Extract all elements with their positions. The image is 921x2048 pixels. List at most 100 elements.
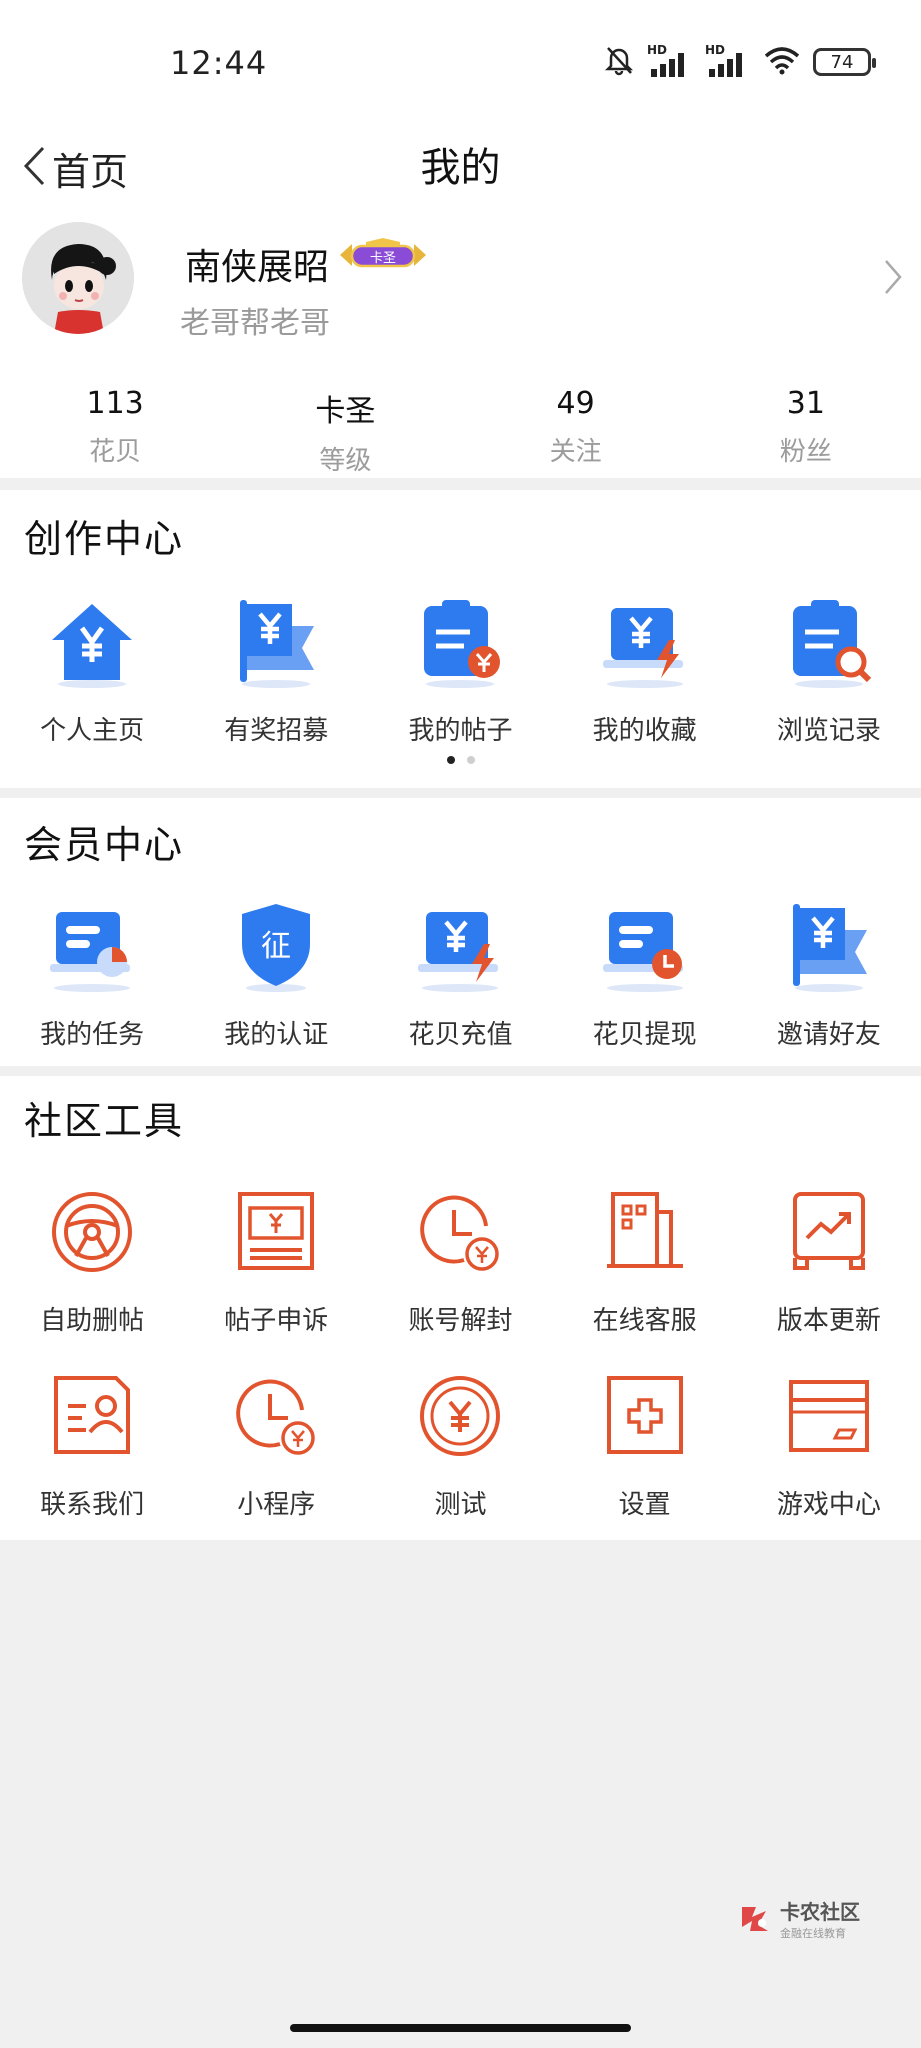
section-title: 社区工具	[24, 1099, 185, 1143]
page-title: 我的	[420, 145, 501, 191]
grid-item-recruit[interactable]: 有奖招募	[184, 596, 368, 747]
grid-item-label: 游戏中心	[776, 1490, 881, 1520]
grid-item-label: 我的认证	[224, 1020, 329, 1050]
watermark-title: 卡农社区	[780, 1900, 860, 1924]
member-grid: 我的任务 征 我的认证 花贝充值 花贝提现 邀请好友	[0, 900, 921, 1051]
top-area: 12:44 HD HD 74 首页 我的 南侠展昭 卡圣 老哥帮老哥 113 花…	[0, 0, 921, 478]
grid-item-game-center[interactable]: 游戏中心	[737, 1370, 921, 1521]
wifi-icon	[763, 45, 801, 79]
stat-value: 113	[86, 386, 144, 421]
stat-label: 花贝	[89, 437, 142, 467]
signal-icon: HD	[647, 43, 693, 77]
laptop-clock-icon	[602, 912, 683, 992]
stats-row: 113 花贝 卡圣 等级 49 关注 31 粉丝	[0, 364, 921, 480]
grid-item-self-delete[interactable]: 自助删帖	[0, 1186, 184, 1337]
grid-item-label: 测试	[434, 1490, 487, 1520]
signature: 老哥帮老哥	[180, 306, 330, 341]
page-dot[interactable]	[466, 756, 475, 764]
svg-text:征: 征	[261, 929, 291, 964]
grid-item-withdraw[interactable]: 花贝提现	[553, 900, 737, 1051]
home-indicator[interactable]	[290, 2024, 631, 2032]
stat-followers[interactable]: 31 粉丝	[691, 364, 921, 480]
grid-item-label: 在线客服	[592, 1306, 697, 1336]
steering-wheel-icon	[52, 1192, 133, 1272]
nav-header: 首页 我的	[0, 128, 921, 208]
grid-item-label: 我的帖子	[408, 716, 513, 746]
watermark-subtitle: 金融在线教育	[780, 1927, 846, 1940]
grid-item-my-posts[interactable]: 我的帖子	[368, 596, 552, 747]
flag-yen-icon	[240, 600, 315, 688]
chart-monitor-icon	[792, 1192, 865, 1270]
signal-icon-2: HD	[705, 43, 751, 77]
shield-verify-icon: 征	[242, 904, 311, 992]
level-badge-text: 卡圣	[369, 251, 396, 266]
grid-item-appeal[interactable]: 帖子申诉	[184, 1186, 368, 1337]
grid-item-invite[interactable]: 邀请好友	[737, 900, 921, 1051]
kanong-logo-icon	[742, 1906, 768, 1931]
grid-item-label: 个人主页	[40, 716, 145, 746]
grid-item-my-tasks[interactable]: 我的任务	[0, 900, 184, 1051]
building-icon	[606, 1192, 683, 1268]
creation-center: 创作中心 个人主页 有奖招募 我的帖子 我的收藏 浏览记录	[0, 490, 921, 788]
status-icons: HD HD 74	[603, 43, 876, 80]
laptop-yen-icon	[418, 912, 499, 992]
stat-level[interactable]: 卡圣 等级	[230, 364, 460, 480]
stat-following[interactable]: 49 关注	[461, 364, 691, 480]
profile-card[interactable]: 南侠展昭 卡圣 老哥帮老哥	[0, 214, 921, 364]
stat-label: 粉丝	[779, 437, 832, 467]
grid-item-verify[interactable]: 征 我的认证	[184, 900, 368, 1051]
grid-item-label: 帖子申诉	[224, 1306, 329, 1336]
section-title: 创作中心	[24, 517, 185, 561]
grid-item-history[interactable]: 浏览记录	[737, 596, 921, 747]
grid-item-support[interactable]: 在线客服	[553, 1186, 737, 1337]
tools-grid-row-1: 自助删帖 帖子申诉 账号解封 在线客服 版本更新	[0, 1186, 921, 1337]
section-title: 会员中心	[24, 823, 185, 867]
mute-bell-icon	[603, 44, 635, 80]
grid-item-favorites[interactable]: 我的收藏	[553, 596, 737, 747]
clipboard-yen-icon	[424, 600, 501, 688]
grid-item-label: 我的收藏	[592, 716, 697, 746]
back-label: 首页	[52, 149, 129, 194]
avatar[interactable]	[22, 222, 134, 334]
stat-flower-shell[interactable]: 113 花贝	[0, 364, 230, 480]
grid-item-contact[interactable]: 联系我们	[0, 1370, 184, 1521]
member-center: 会员中心 我的任务 征 我的认证 花贝充值 花贝提现 邀请好友	[0, 798, 921, 1066]
grid-item-mini-program[interactable]: 小程序	[184, 1370, 368, 1521]
grid-item-label: 设置	[618, 1490, 671, 1520]
watermark-text: 卡农社区 金融在线教育	[780, 1896, 860, 1941]
banknote-icon	[238, 1192, 315, 1270]
battery-icon: 74	[813, 48, 876, 76]
clock-yen-icon	[236, 1379, 316, 1455]
stat-value: 31	[786, 386, 825, 421]
contact-card-icon	[54, 1376, 131, 1454]
card-icon	[788, 1380, 869, 1452]
back-button[interactable]: 首页	[22, 128, 128, 208]
flag-yen-icon	[792, 904, 867, 992]
grid-item-label: 花贝充值	[408, 1020, 513, 1050]
page-dots	[0, 756, 921, 764]
clipboard-search-icon	[792, 600, 871, 688]
coin-yen-icon	[420, 1376, 501, 1456]
grid-item-label: 自助删帖	[40, 1306, 145, 1336]
grid-item-label: 版本更新	[776, 1306, 881, 1336]
grid-item-recharge[interactable]: 花贝充值	[368, 900, 552, 1051]
grid-item-label: 花贝提现	[592, 1020, 697, 1050]
stat-value: 49	[556, 386, 595, 421]
grid-item-label: 有奖招募	[224, 716, 329, 746]
stat-value: 卡圣	[315, 394, 376, 429]
chevron-left-icon	[22, 145, 46, 191]
grid-item-settings[interactable]: 设置	[553, 1370, 737, 1521]
stat-label: 关注	[549, 437, 602, 467]
community-tools: 社区工具 自助删帖 帖子申诉 账号解封 在线客服 版本更新 联系我们 小程序 测…	[0, 1076, 921, 1540]
grid-item-unblock[interactable]: 账号解封	[368, 1186, 552, 1337]
grid-item-test[interactable]: 测试	[368, 1370, 552, 1521]
grid-item-label: 我的任务	[40, 1020, 145, 1050]
grid-item-update[interactable]: 版本更新	[737, 1186, 921, 1337]
grid-item-home[interactable]: 个人主页	[0, 596, 184, 747]
chevron-right-icon[interactable]	[883, 258, 903, 300]
creation-grid: 个人主页 有奖招募 我的帖子 我的收藏 浏览记录	[0, 596, 921, 747]
plus-box-icon	[606, 1376, 683, 1454]
status-bar: 12:44 HD HD 74	[0, 0, 921, 128]
home-yen-icon	[52, 604, 133, 688]
page-dot-active[interactable]	[446, 756, 455, 764]
